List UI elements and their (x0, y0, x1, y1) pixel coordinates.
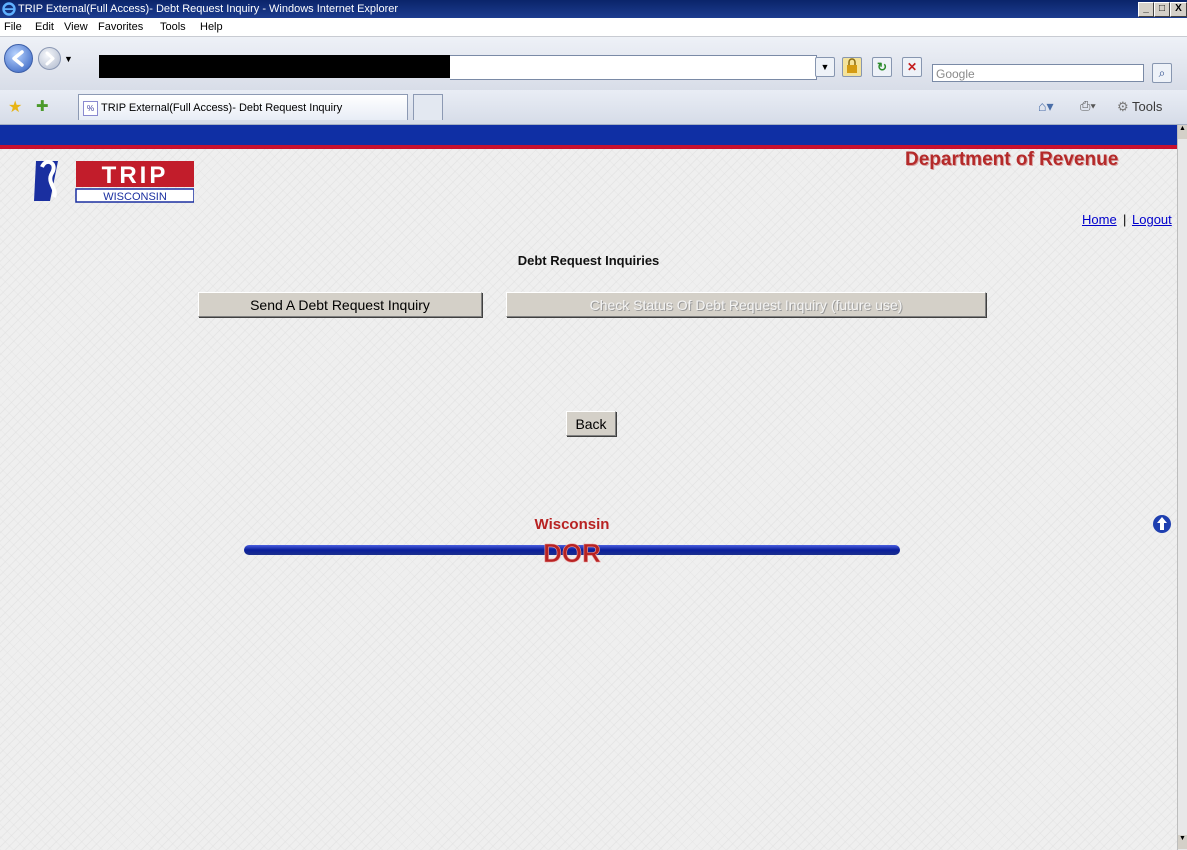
arrow-left-icon (12, 50, 24, 67)
add-favorite-icon[interactable]: ✚ (36, 97, 49, 115)
scroll-down-icon[interactable]: ▼ (1178, 835, 1187, 849)
browser-back-button[interactable] (4, 44, 33, 73)
back-button[interactable]: Back (566, 411, 616, 436)
history-dropdown-icon[interactable]: ▼ (64, 54, 73, 64)
maximize-button[interactable]: □ (1154, 2, 1170, 17)
tab-label: TRIP External(Full Access)- Debt Request… (101, 102, 343, 114)
page-content: TRIP WISCONSIN Department of Revenue Hom… (0, 125, 1177, 850)
favorites-star-icon[interactable]: ★ (8, 97, 22, 117)
page-favicon-icon: % (83, 101, 98, 116)
close-button[interactable]: X (1170, 2, 1187, 17)
page-heading: Debt Request Inquiries (517, 253, 660, 268)
send-debt-request-button[interactable]: Send A Debt Request Inquiry (198, 292, 482, 317)
lock-icon[interactable] (842, 57, 862, 77)
stop-icon[interactable]: ✕ (902, 57, 922, 77)
check-status-button[interactable]: Check Status Of Debt Request Inquiry (fu… (506, 292, 986, 317)
menu-view[interactable]: View (64, 21, 88, 33)
tab-bar: ★ ✚ % TRIP External(Full Access)- Debt R… (0, 90, 1187, 125)
address-toolbar: ▼ ▼ ↻ ✕ Google ⌕ (0, 37, 1187, 90)
logo-sub: WISCONSIN (103, 191, 167, 203)
arrow-right-icon (45, 51, 55, 66)
menu-file[interactable]: File (4, 21, 22, 33)
logout-link[interactable]: Logout (1132, 212, 1172, 227)
tools-menu-button[interactable]: ⚙ Tools (1117, 99, 1162, 115)
search-input[interactable]: Google (932, 64, 1144, 82)
menu-edit[interactable]: Edit (35, 21, 54, 33)
menu-favorites[interactable]: Favorites (98, 21, 143, 33)
home-icon[interactable]: ⌂▾ (1038, 98, 1053, 115)
menu-bar: File Edit View Favorites Tools Help (0, 18, 1187, 37)
address-redacted-area (99, 55, 450, 78)
scroll-up-icon[interactable]: ▲ (1178, 125, 1187, 139)
tools-label: Tools (1132, 99, 1163, 114)
address-dropdown-button[interactable]: ▼ (815, 57, 835, 77)
title-bar: TRIP External(Full Access)- Debt Request… (0, 0, 1187, 18)
link-separator: | (1123, 212, 1127, 227)
search-icon[interactable]: ⌕ (1152, 63, 1172, 83)
ie-logo-icon (2, 2, 16, 16)
browser-forward-button[interactable] (38, 47, 61, 70)
new-tab-button[interactable] (413, 94, 443, 120)
menu-tools[interactable]: Tools (160, 21, 186, 33)
gear-icon: ⚙ (1117, 99, 1129, 114)
tab-active[interactable]: % TRIP External(Full Access)- Debt Reque… (78, 94, 408, 120)
header-band (0, 125, 1177, 149)
vertical-scrollbar[interactable]: ▲ ▼ (1177, 125, 1187, 850)
footer-logo-bottom: DOR (543, 538, 601, 568)
wisconsin-dor-logo: Wisconsin DOR (244, 516, 900, 568)
window-title: TRIP External(Full Access)- Debt Request… (18, 3, 399, 15)
home-link[interactable]: Home (1082, 212, 1117, 227)
department-title: Department of Revenue (905, 149, 1119, 170)
minimize-button[interactable]: _ (1138, 2, 1154, 17)
logo-word: TRIP (102, 162, 169, 189)
address-input[interactable] (450, 55, 817, 80)
scroll-to-top-icon[interactable] (1152, 513, 1172, 535)
trip-wisconsin-logo: TRIP WISCONSIN (34, 159, 194, 203)
footer-logo-top: Wisconsin (535, 516, 610, 533)
refresh-icon[interactable]: ↻ (872, 57, 892, 77)
menu-help[interactable]: Help (200, 21, 223, 33)
print-icon[interactable]: ⎙▾ (1080, 98, 1096, 114)
